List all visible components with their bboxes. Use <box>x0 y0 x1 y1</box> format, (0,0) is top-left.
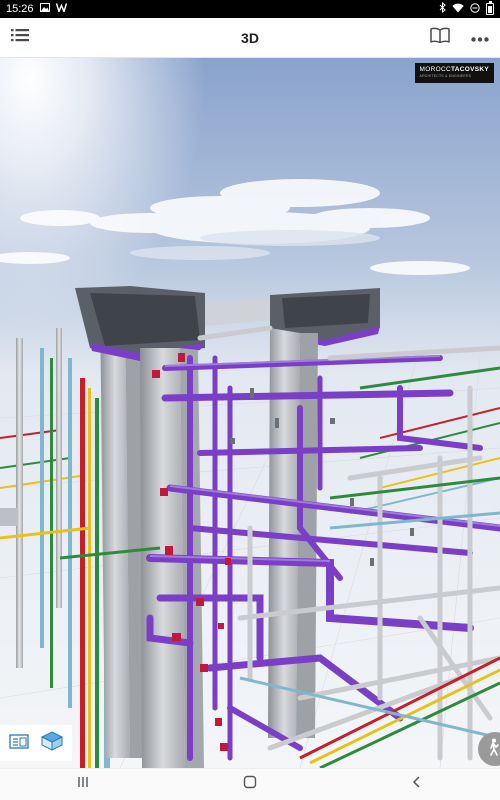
company-logo: MOROCCTACOVSKY ARCHITECTS & ENGINEERS <box>414 63 494 83</box>
book-icon <box>430 27 450 48</box>
3d-box-icon <box>40 730 64 757</box>
status-time: 15:26 <box>6 3 34 15</box>
home-icon <box>243 775 257 794</box>
recent-apps-icon <box>76 775 90 794</box>
status-bar: 15:26 <box>0 0 500 18</box>
logo-subtext: ARCHITECTS & ENGINEERS <box>419 73 472 78</box>
status-left: 15:26 <box>6 3 67 15</box>
status-right <box>439 1 494 16</box>
bim-model-scene[interactable] <box>0 58 500 768</box>
battery-icon <box>486 1 494 15</box>
do-not-disturb-icon <box>470 2 480 16</box>
sheets-button[interactable] <box>6 729 34 757</box>
sheets-icon <box>9 732 31 755</box>
app-toolbar: 3D <box>0 18 500 58</box>
3d-viewport[interactable]: MOROCCTACOVSKY ARCHITECTS & ENGINEERS <box>0 58 500 768</box>
list-menu-icon <box>11 28 29 47</box>
bluetooth-icon <box>439 1 446 16</box>
back-icon <box>410 775 424 794</box>
logo-text-part1: MOROCC <box>419 66 451 73</box>
more-options-button[interactable] <box>460 18 500 58</box>
back-button[interactable] <box>387 769 447 800</box>
android-nav-bar <box>0 768 500 800</box>
walk-person-icon <box>487 738 500 761</box>
recent-apps-button[interactable] <box>53 769 113 800</box>
toolbar-actions <box>420 18 500 58</box>
3d-view-button[interactable] <box>38 729 66 757</box>
viewer-tools <box>0 725 72 761</box>
home-button[interactable] <box>220 769 280 800</box>
more-options-icon <box>471 29 489 47</box>
wifi-icon <box>452 3 464 16</box>
logo-text-part2: TACOVSKY <box>450 66 489 73</box>
image-icon <box>39 3 50 15</box>
w-app-icon <box>55 3 67 15</box>
list-menu-button[interactable] <box>0 18 40 58</box>
book-button[interactable] <box>420 18 460 58</box>
